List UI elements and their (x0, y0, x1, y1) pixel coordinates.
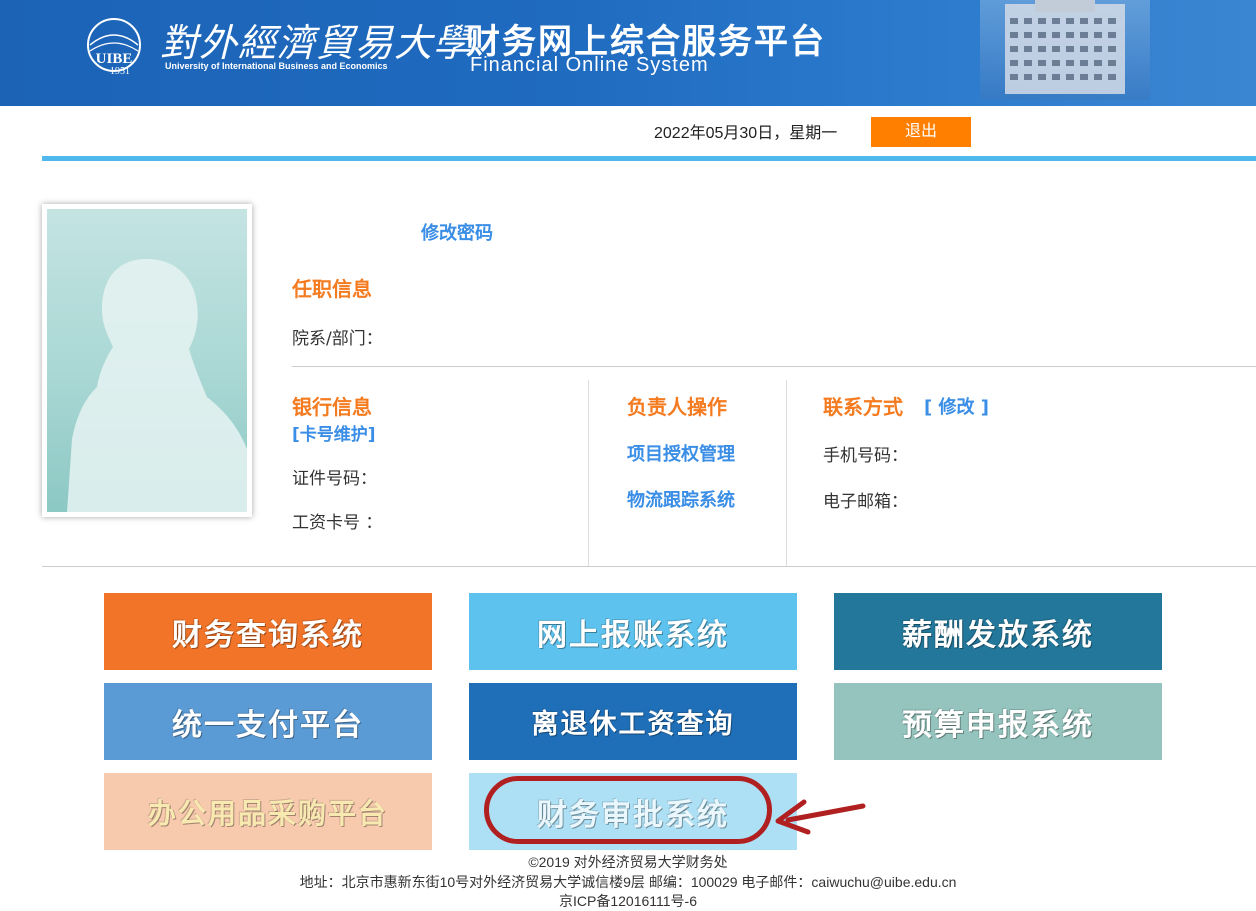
footer-copyright: ©2019 对外经济贸易大学财务处 (528, 854, 728, 870)
department-label: 院系/部门： (292, 329, 383, 349)
contact-edit-link[interactable]: [ 修改 ] (924, 393, 989, 419)
unified-payment-tile[interactable]: 统一支付平台 (104, 683, 432, 760)
employment-info-title: 任职信息 (292, 277, 372, 301)
email-label: 电子邮箱： (823, 492, 908, 512)
header-divider (42, 156, 1256, 161)
current-date: 2022年05月30日，星期一 (654, 125, 838, 142)
logo-year: 1951 (110, 66, 130, 77)
avatar-silhouette (47, 209, 247, 512)
logout-button[interactable]: 退出 (871, 117, 971, 147)
university-name-en: University of International Business and… (165, 61, 388, 71)
retirement-salary-tile[interactable]: 离退休工资查询 (469, 683, 797, 760)
change-password-link[interactable]: 修改密码 (421, 219, 493, 245)
university-name-cn: 對外經濟貿易大學 (160, 21, 473, 65)
card-maintain-link[interactable]: [卡号维护] (292, 420, 376, 445)
finance-approval-tile[interactable]: 财务审批系统 (469, 773, 797, 850)
column-divider-1 (588, 380, 589, 566)
online-reimbursement-tile[interactable]: 网上报账系统 (469, 593, 797, 670)
platform-subtitle: Financial Online System (470, 54, 709, 76)
salary-payment-tile[interactable]: 薪酬发放系统 (834, 593, 1162, 670)
id-number-label: 证件号码： (292, 469, 377, 489)
logistics-tracking-link[interactable]: 物流跟踪系统 (627, 486, 735, 512)
footer-address: 地址：北京市惠新东街10号对外经济贸易大学诚信楼9层 邮编：100029 电子邮… (299, 874, 957, 890)
project-authorization-link[interactable]: 项目授权管理 (627, 440, 735, 466)
bank-info-title: 银行信息 (292, 395, 372, 419)
profile-photo (42, 204, 252, 517)
finance-query-tile[interactable]: 财务查询系统 (104, 593, 432, 670)
person-silhouette-icon (67, 259, 247, 512)
budget-declaration-tile[interactable]: 预算申报系统 (834, 683, 1162, 760)
building-image (980, 0, 1150, 100)
phone-label: 手机号码： (823, 446, 908, 466)
contact-title: 联系方式 (823, 395, 903, 419)
salary-card-label: 工资卡号 ： (292, 513, 383, 533)
info-divider (292, 366, 1256, 367)
header-banner: UIBE 1951 對外經濟貿易大學 University of Interna… (0, 0, 1256, 106)
logo-abbr: UIBE (96, 51, 133, 67)
column-divider-2 (786, 380, 787, 566)
tiles-divider (42, 566, 1256, 567)
footer-icp: 京ICP备12016111号-6 (559, 893, 697, 909)
manager-ops-title: 负责人操作 (627, 395, 727, 419)
office-supplies-tile[interactable]: 办公用品采购平台 (104, 773, 432, 850)
